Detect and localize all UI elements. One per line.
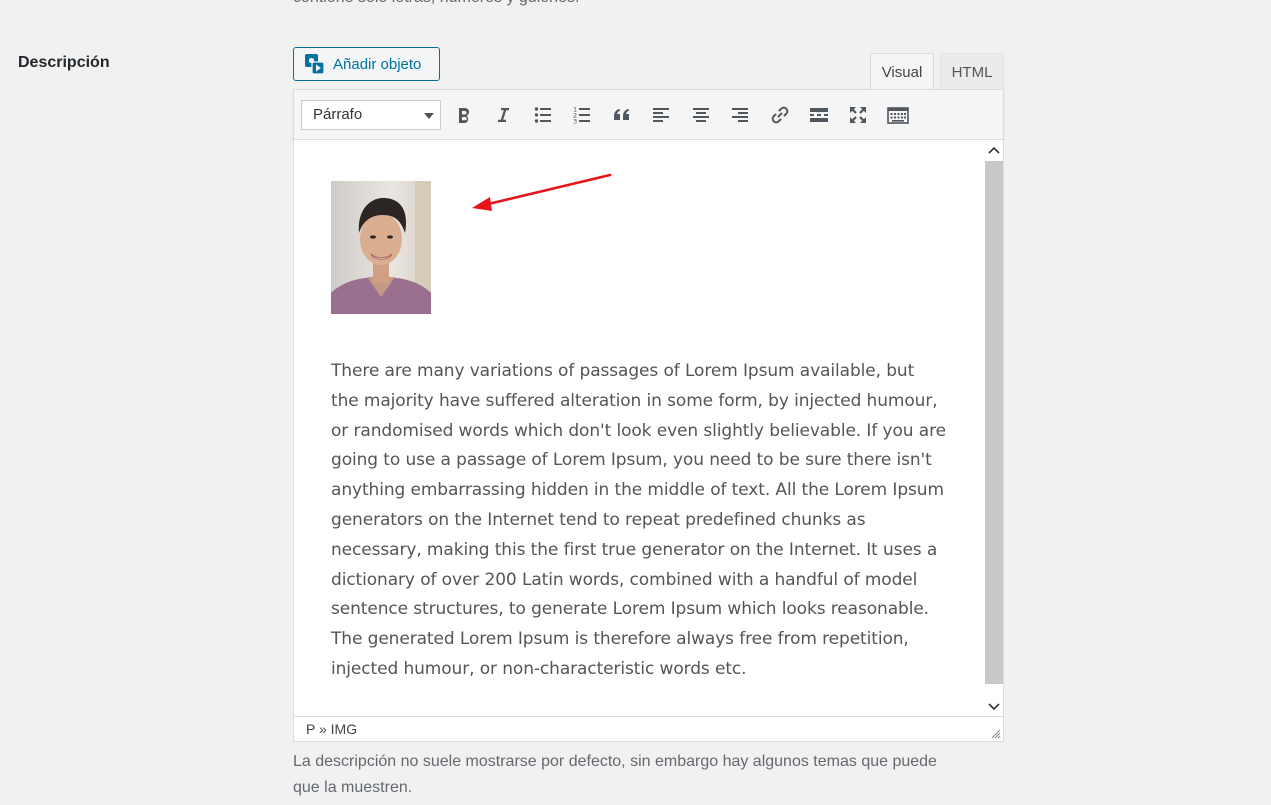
bold-button[interactable] (451, 102, 477, 128)
chevron-down-icon (988, 703, 1000, 711)
editor-status-bar: P » IMG (293, 716, 1004, 742)
insert-link-button[interactable] (767, 102, 793, 128)
svg-text:3: 3 (573, 118, 577, 126)
bullet-list-button[interactable] (530, 102, 556, 128)
avatar-image[interactable] (331, 181, 431, 314)
align-left-icon (653, 108, 669, 122)
link-icon (771, 106, 789, 124)
align-right-button[interactable] (727, 102, 753, 128)
description-help-text: La descripción no suele mostrarse por de… (293, 753, 937, 796)
keyboard-icon (887, 107, 909, 124)
chevron-up-icon (988, 146, 1000, 154)
editor-content-area[interactable]: There are many variations of passages of… (293, 140, 1004, 717)
add-media-button[interactable]: Añadir objeto (293, 47, 440, 81)
term-edit-page: contiene solo letras, números y guiones.… (0, 0, 1271, 805)
align-left-button[interactable] (648, 102, 674, 128)
blockquote-button[interactable] (609, 102, 635, 128)
bullet-list-icon (534, 107, 551, 123)
italic-button[interactable] (490, 102, 516, 128)
paragraph-format-select[interactable]: Párrafo (301, 100, 441, 130)
fullscreen-button[interactable] (845, 102, 871, 128)
editor-paragraph[interactable]: There are many variations of passages of… (331, 357, 946, 685)
align-right-icon (732, 108, 748, 122)
read-more-icon (810, 108, 828, 122)
align-center-icon (693, 108, 709, 122)
numbered-list-button[interactable]: 1 2 3 (569, 102, 595, 128)
numbered-list-icon: 1 2 3 (573, 106, 590, 126)
arrow-annotation-icon (472, 173, 612, 211)
scrollbar-thumb[interactable] (985, 161, 1003, 684)
element-path[interactable]: P » IMG (306, 721, 357, 737)
description-label: Descripción (18, 54, 110, 71)
blockquote-icon (614, 109, 630, 120)
read-more-button[interactable] (806, 102, 832, 128)
resize-handle-icon[interactable] (991, 729, 1001, 739)
bold-icon (459, 107, 470, 123)
scroll-up-button[interactable] (985, 140, 1003, 160)
caret-down-icon (424, 113, 434, 119)
editor-scrollbar[interactable] (985, 140, 1003, 717)
tab-visual[interactable]: Visual (870, 53, 934, 90)
scroll-down-button[interactable] (985, 697, 1003, 717)
format-select-value: Párrafo (313, 106, 363, 123)
add-media-label: Añadir objeto (333, 55, 422, 73)
add-media-icon (304, 53, 326, 75)
tab-html[interactable]: HTML (940, 53, 1004, 90)
italic-icon (498, 108, 509, 122)
align-center-button[interactable] (688, 102, 714, 128)
slug-hint-text: contiene solo letras, números y guiones. (293, 0, 579, 8)
fullscreen-icon (850, 107, 866, 123)
editor-toolbar: Párrafo 1 2 3 (293, 89, 1004, 140)
toolbar-toggle-button[interactable] (885, 102, 911, 128)
